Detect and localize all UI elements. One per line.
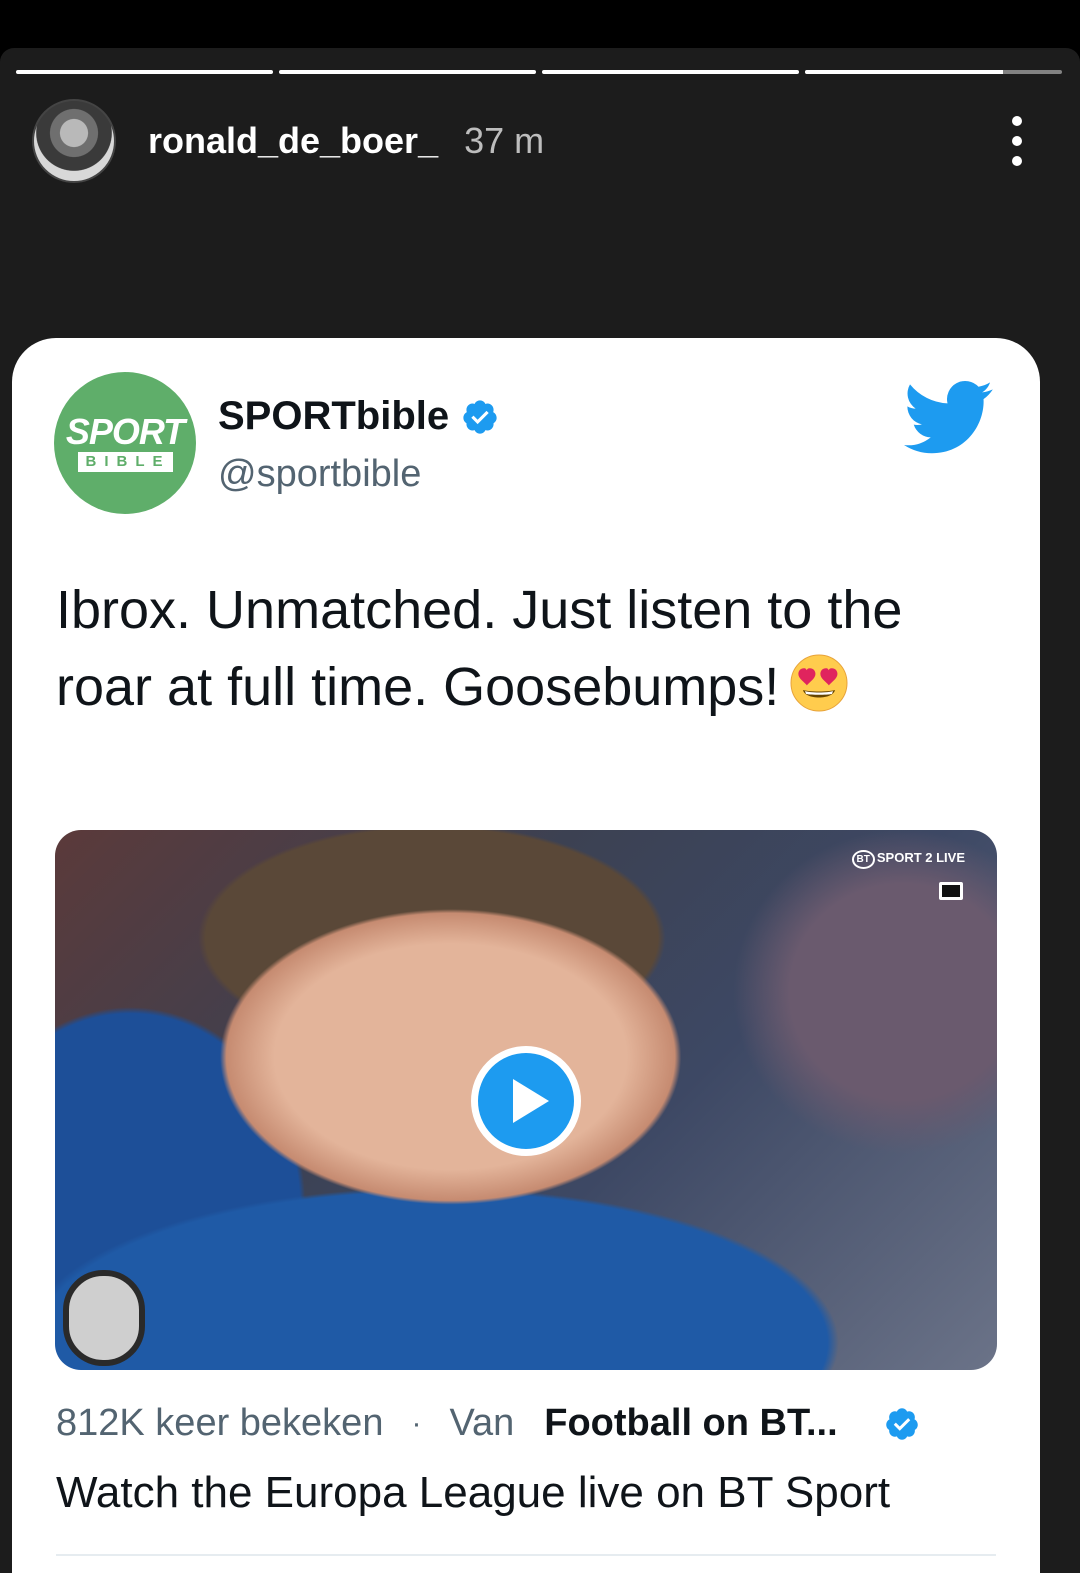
video-card-title[interactable]: Watch the Europa League live on BT Sport	[56, 1468, 890, 1518]
story-viewer[interactable]: ronald_de_boer_ 37 m SPORT BIBLE SPORTbi…	[0, 48, 1080, 1573]
progress-fill	[805, 70, 1003, 74]
heart-eyes-emoji-icon	[790, 654, 848, 712]
source-account[interactable]: Football on BT...	[544, 1402, 837, 1445]
twitter-bird-icon	[904, 380, 993, 454]
video-meta: 812K keer bekeken · Van Football on BT..…	[56, 1402, 1006, 1445]
story-header: ronald_de_boer_ 37 m	[32, 98, 1048, 184]
broadcaster-badge: BT SPORT 2 LIVE	[851, 850, 965, 869]
verified-icon	[463, 399, 497, 434]
progress-segment	[16, 70, 273, 74]
progress-segment	[805, 70, 1062, 74]
play-icon	[513, 1079, 549, 1123]
story-progress-bar	[16, 70, 1062, 74]
display-name[interactable]: SPORTbible	[218, 394, 449, 439]
post-time: 37 m	[464, 120, 545, 161]
sportbible-logo: SPORT BIBLE	[54, 372, 196, 514]
avatar[interactable]	[32, 99, 116, 183]
username[interactable]: ronald_de_boer_	[148, 120, 438, 162]
play-button[interactable]	[471, 1046, 581, 1156]
progress-fill	[16, 70, 273, 74]
status-bar	[0, 0, 1080, 50]
from-label: Van	[449, 1402, 515, 1444]
video-player[interactable]: BT SPORT 2 LIVE	[55, 830, 997, 1370]
tweet-account[interactable]: SPORTbible @sportbible	[218, 394, 499, 496]
divider	[56, 1554, 996, 1556]
europa-league-logo	[63, 1270, 145, 1366]
progress-segment	[279, 70, 536, 74]
separator: ·	[411, 1406, 422, 1440]
tweet-text: Ibrox. Unmatched. Just listen to the roa…	[56, 580, 903, 717]
view-count: 812K keer bekeken	[56, 1402, 384, 1444]
progress-segment	[542, 70, 799, 74]
broadcast-icon	[939, 882, 963, 900]
handle[interactable]: @sportbible	[218, 453, 499, 496]
progress-fill	[542, 70, 799, 74]
more-options-icon[interactable]	[1004, 116, 1030, 166]
progress-fill	[279, 70, 536, 74]
verified-icon	[885, 1407, 918, 1440]
tweet-card[interactable]: SPORT BIBLE SPORTbible @sportbible Ibrox…	[12, 338, 1040, 1573]
